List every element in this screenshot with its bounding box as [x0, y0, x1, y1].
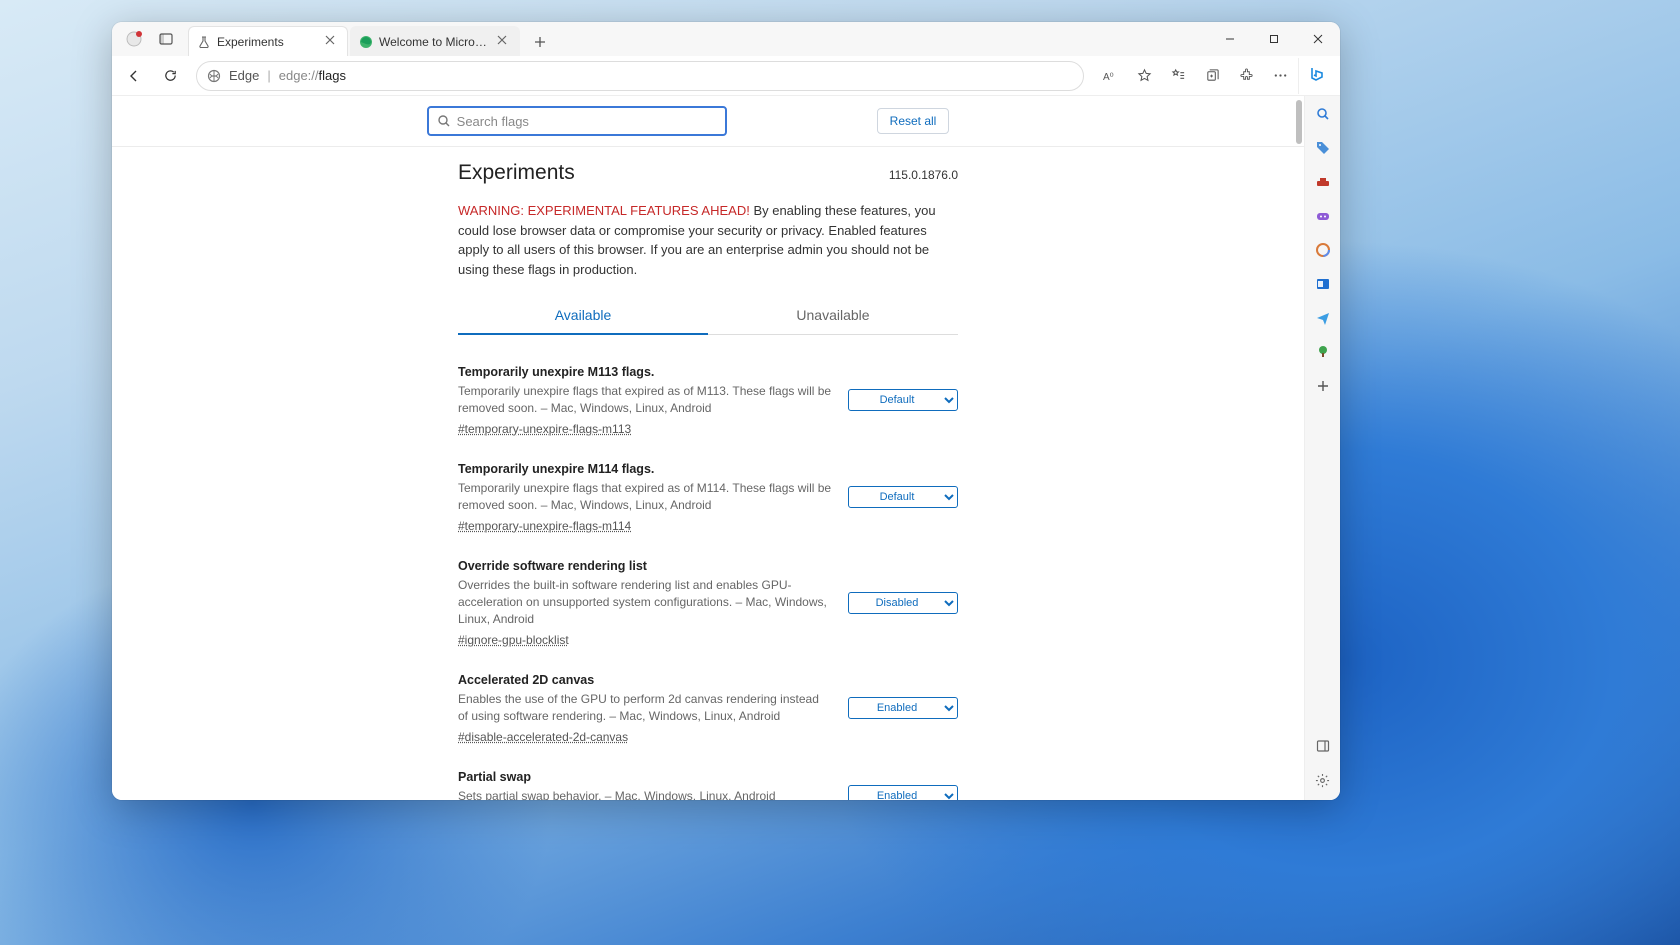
tree-icon[interactable]: [1313, 342, 1333, 362]
flag-state-select[interactable]: DefaultEnabledDisabled: [848, 785, 958, 800]
edge-sidebar: [1304, 96, 1340, 800]
menu-button[interactable]: [1264, 60, 1296, 92]
add-sidebar-button[interactable]: [1313, 376, 1333, 396]
address-sitename: Edge: [229, 68, 259, 83]
warning-prefix: WARNING: EXPERIMENTAL FEATURES AHEAD!: [458, 203, 750, 218]
hide-sidebar-icon[interactable]: [1313, 736, 1333, 756]
flag-title: Partial swap: [458, 770, 832, 784]
settings-icon[interactable]: [1313, 770, 1333, 790]
address-bar[interactable]: Edge | edge://flags: [196, 61, 1084, 91]
flag-row: Accelerated 2D canvas Enables the use of …: [458, 663, 958, 760]
flag-anchor-link[interactable]: #temporary-unexpire-flags-m114: [458, 519, 631, 533]
window-controls: [1208, 22, 1340, 56]
browser-window: Experiments Welcome to Microsoft Edge Ca…: [112, 22, 1340, 800]
flag-state-select[interactable]: DefaultEnabledDisabled: [848, 389, 958, 411]
flag-row: Temporarily unexpire M114 flags. Temporar…: [458, 452, 958, 549]
send-icon[interactable]: [1313, 308, 1333, 328]
refresh-button[interactable]: [154, 60, 186, 92]
flag-title: Accelerated 2D canvas: [458, 673, 832, 687]
address-path: edge://flags: [279, 68, 346, 83]
scrollbar-thumb[interactable]: [1296, 100, 1302, 144]
tab-actions-button[interactable]: [152, 25, 180, 53]
back-button[interactable]: [118, 60, 150, 92]
flag-row: Override software rendering list Override…: [458, 549, 958, 663]
toolbar: Edge | edge://flags A⁰: [112, 56, 1340, 96]
flag-description: Overrides the built-in software renderin…: [458, 577, 832, 629]
flag-title: Temporarily unexpire M113 flags.: [458, 365, 832, 379]
flag-description: Enables the use of the GPU to perform 2d…: [458, 691, 832, 726]
extensions-button[interactable]: [1230, 60, 1262, 92]
search-sidebar-icon[interactable]: [1313, 104, 1333, 124]
flag-description: Sets partial swap behavior. – Mac, Windo…: [458, 788, 832, 800]
tab-available[interactable]: Available: [458, 297, 708, 335]
site-identity-icon[interactable]: [207, 69, 221, 83]
flag-title: Override software rendering list: [458, 559, 832, 573]
outlook-icon[interactable]: [1313, 274, 1333, 294]
minimize-button[interactable]: [1208, 22, 1252, 56]
flag-row: Temporarily unexpire M113 flags. Temporar…: [458, 355, 958, 452]
shopping-tag-icon[interactable]: [1313, 138, 1333, 158]
tab-experiments[interactable]: Experiments: [188, 26, 348, 56]
flag-description: Temporarily unexpire flags that expired …: [458, 383, 832, 418]
page-content: Search flags Reset all Experiments 115.0…: [112, 96, 1304, 800]
warning-text: WARNING: EXPERIMENTAL FEATURES AHEAD! By…: [458, 201, 958, 279]
bing-chat-button[interactable]: [1298, 58, 1334, 94]
tab-strip: Experiments Welcome to Microsoft Edge Ca…: [188, 22, 1208, 56]
titlebar: Experiments Welcome to Microsoft Edge Ca…: [112, 22, 1340, 56]
flask-icon: [197, 35, 211, 49]
tab-label: Experiments: [217, 35, 319, 49]
address-separator: |: [267, 68, 270, 83]
flag-state-select[interactable]: DefaultEnabledDisabled: [848, 592, 958, 614]
flag-state-select[interactable]: DefaultEnabledDisabled: [848, 697, 958, 719]
tab-welcome[interactable]: Welcome to Microsoft Edge Canary: [350, 26, 520, 56]
games-icon[interactable]: [1313, 206, 1333, 226]
flag-description: Temporarily unexpire flags that expired …: [458, 480, 832, 515]
flag-anchor-link[interactable]: #temporary-unexpire-flags-m113: [458, 422, 631, 436]
reset-all-button[interactable]: Reset all: [877, 108, 950, 134]
tab-unavailable[interactable]: Unavailable: [708, 297, 958, 334]
search-placeholder: Search flags: [457, 114, 529, 129]
flag-state-select[interactable]: DefaultEnabledDisabled: [848, 486, 958, 508]
flag-list: Temporarily unexpire M113 flags. Temporar…: [458, 355, 958, 800]
flag-anchor-link[interactable]: #disable-accelerated-2d-canvas: [458, 730, 628, 744]
page-title: Experiments: [458, 161, 575, 185]
experiments-tabs: Available Unavailable: [458, 297, 958, 335]
search-flags-input[interactable]: Search flags: [427, 106, 727, 136]
maximize-button[interactable]: [1252, 22, 1296, 56]
read-aloud-button[interactable]: A⁰: [1094, 60, 1126, 92]
svg-text:A⁰: A⁰: [1103, 72, 1114, 83]
flag-anchor-link[interactable]: #ignore-gpu-blocklist: [458, 633, 569, 647]
collections-button[interactable]: [1196, 60, 1228, 92]
flag-row: Partial swap Sets partial swap behavior. …: [458, 760, 958, 800]
close-icon[interactable]: [325, 35, 339, 49]
version-text: 115.0.1876.0: [889, 168, 958, 182]
favorites-bar-button[interactable]: [1162, 60, 1194, 92]
m365-icon[interactable]: [1313, 240, 1333, 260]
favorite-button[interactable]: [1128, 60, 1160, 92]
close-icon[interactable]: [497, 35, 511, 49]
flag-title: Temporarily unexpire M114 flags.: [458, 462, 832, 476]
tab-label: Welcome to Microsoft Edge Canary: [379, 35, 491, 49]
close-window-button[interactable]: [1296, 22, 1340, 56]
search-icon: [437, 114, 451, 128]
edge-icon: [359, 35, 373, 49]
profile-button[interactable]: [120, 25, 148, 53]
tools-icon[interactable]: [1313, 172, 1333, 192]
new-tab-button[interactable]: [526, 28, 554, 56]
